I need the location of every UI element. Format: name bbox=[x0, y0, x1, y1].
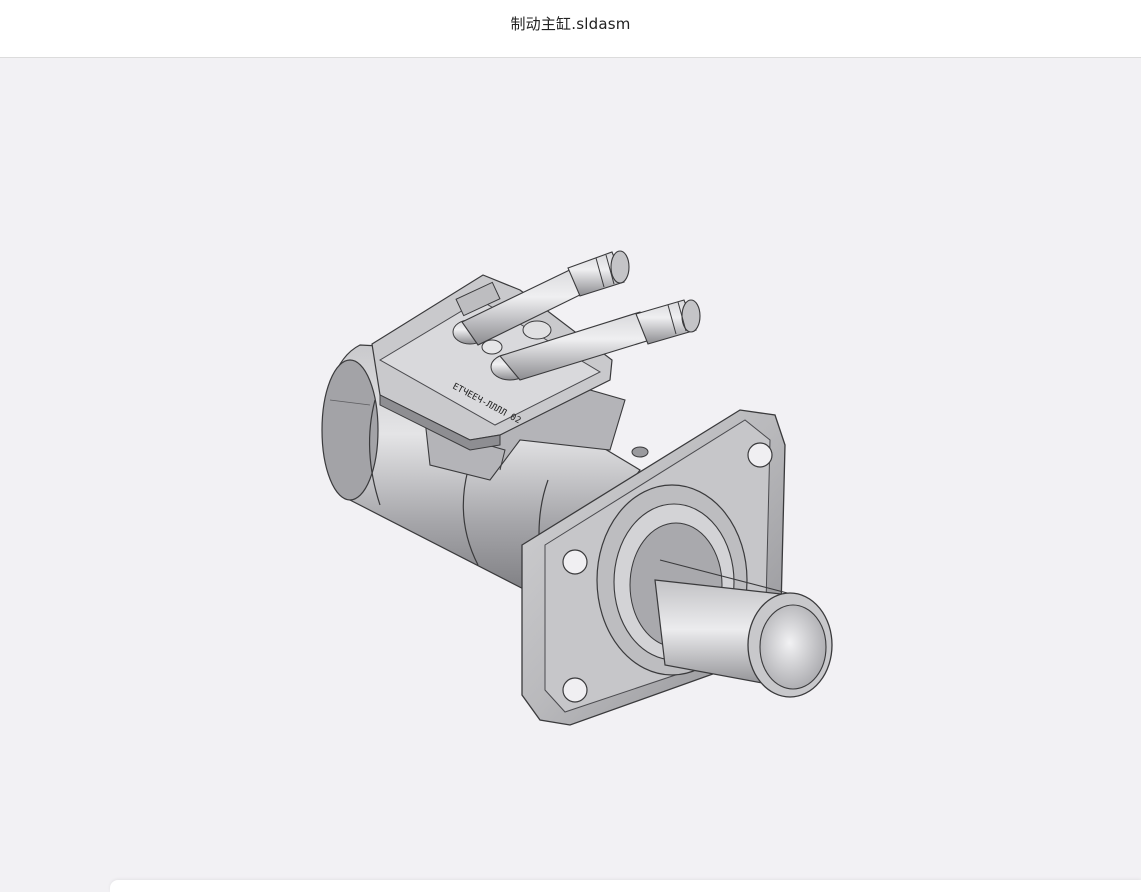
cad-model-render[interactable]: ЕТЧЕЕЧ-ЛЛЛЛ 02 bbox=[0, 58, 1141, 888]
3d-viewport[interactable]: ЕТЧЕЕЧ-ЛЛЛЛ 02 bbox=[0, 58, 1141, 888]
document-title: 制动主缸.sldasm bbox=[510, 15, 631, 33]
bottom-panel bbox=[110, 880, 1141, 892]
title-bar: 制动主缸.sldasm bbox=[0, 0, 1141, 58]
